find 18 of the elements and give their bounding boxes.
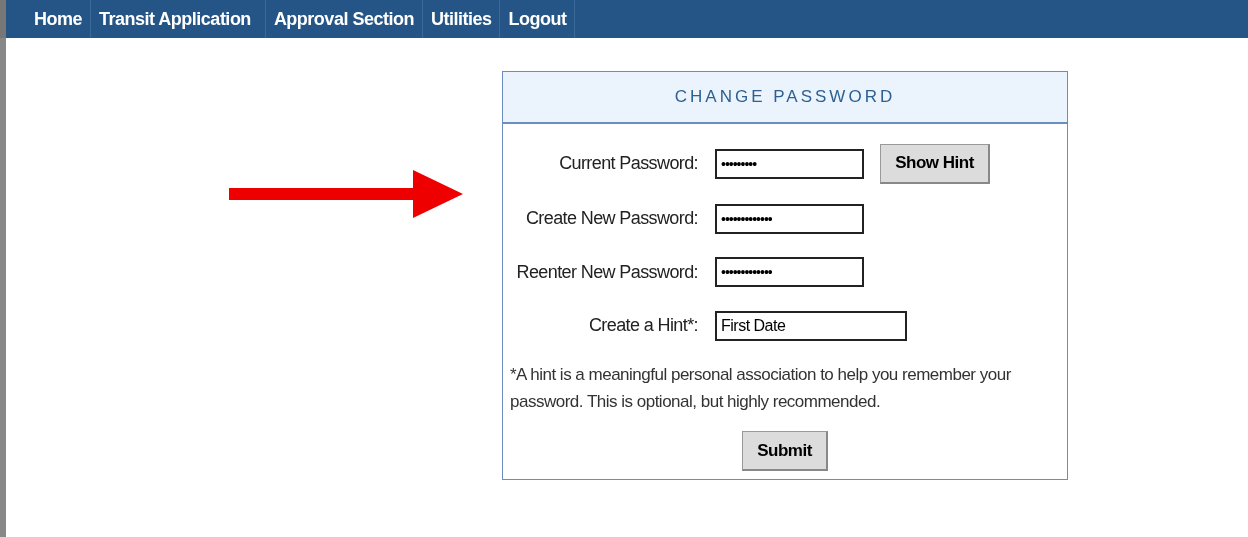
password-field[interactable]: ••••••••••••• — [715, 203, 864, 234]
text-field[interactable]: First Date — [715, 310, 907, 341]
password-field[interactable]: ••••••••••••• — [715, 257, 864, 287]
submit-button[interactable]: Submit — [742, 431, 828, 471]
arrow-icon — [229, 170, 463, 218]
nav-link[interactable]: Approval Section — [265, 0, 423, 38]
show-hint-button[interactable]: Show Hint — [880, 143, 990, 184]
nav-link[interactable]: Utilities — [422, 0, 501, 38]
field-label: Reenter New Password: — [515, 261, 698, 283]
field-label: Current Password: — [558, 153, 698, 174]
field-label: Create New Password: — [524, 208, 698, 229]
nav-link[interactable]: Logout — [500, 0, 576, 38]
field-label: Create a Hint*: — [587, 315, 698, 336]
panel-title: CHANGE PASSWORD — [674, 87, 896, 107]
nav-link[interactable]: Home — [26, 0, 91, 38]
password-field[interactable]: ••••••••• — [715, 148, 864, 179]
hint-note: *A hint is a meaningful personal association to help you remember your password. This is optional, but highly recommended. — [510, 364, 1012, 413]
nav-link[interactable]: Transit Application — [91, 0, 266, 38]
